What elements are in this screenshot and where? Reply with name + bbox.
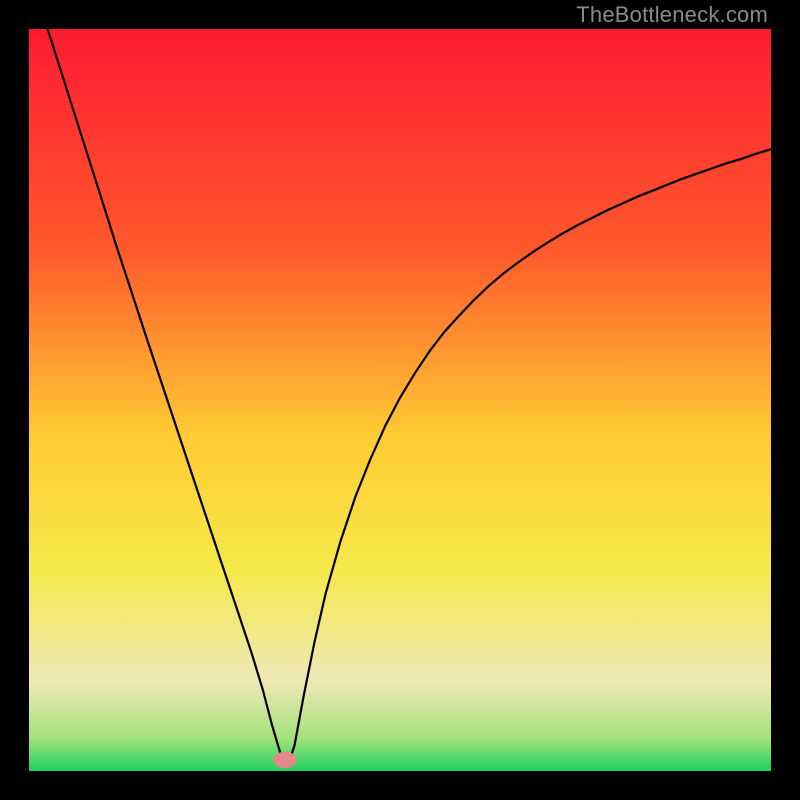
optimum-marker [273, 752, 297, 768]
plot-svg [29, 29, 771, 771]
outer-frame: TheBottleneck.com [0, 0, 800, 800]
watermark-text: TheBottleneck.com [576, 2, 768, 28]
